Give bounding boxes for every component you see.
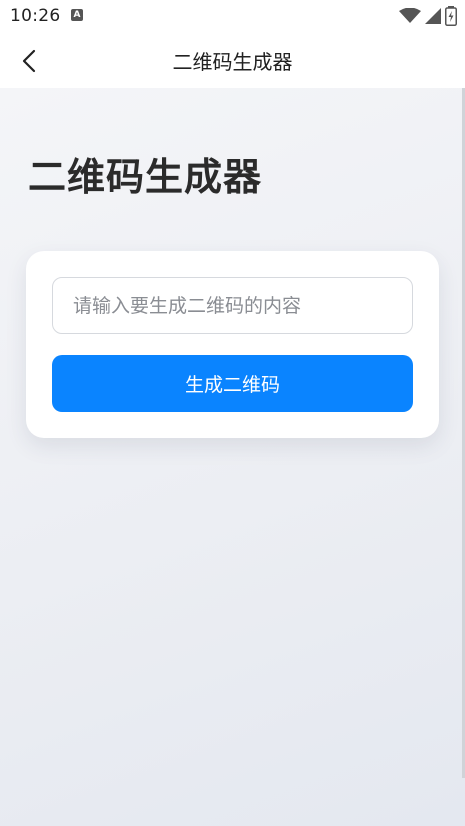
status-time: 10:26 — [10, 6, 61, 26]
page-title: 二维码生成器 — [28, 155, 263, 199]
battery-icon — [445, 6, 457, 26]
notification-icon: A — [71, 9, 83, 21]
generate-qr-button[interactable]: 生成二维码 — [52, 355, 413, 412]
wifi-icon — [399, 8, 421, 23]
app-bar: 二维码生成器 — [0, 34, 465, 88]
status-icons — [399, 6, 457, 26]
main-content: 二维码生成器 生成二维码 — [0, 88, 465, 826]
qr-content-input[interactable] — [52, 277, 413, 334]
input-card: 生成二维码 — [26, 251, 439, 438]
signal-icon — [425, 8, 441, 24]
status-bar: 10:26 A — [0, 0, 465, 34]
app-screen: 10:26 A 二维码生成器 二维码生成器 请输入要生成二维码的内容 生成二维码 — [0, 0, 465, 826]
app-bar-title: 二维码生成器 — [172, 50, 293, 74]
